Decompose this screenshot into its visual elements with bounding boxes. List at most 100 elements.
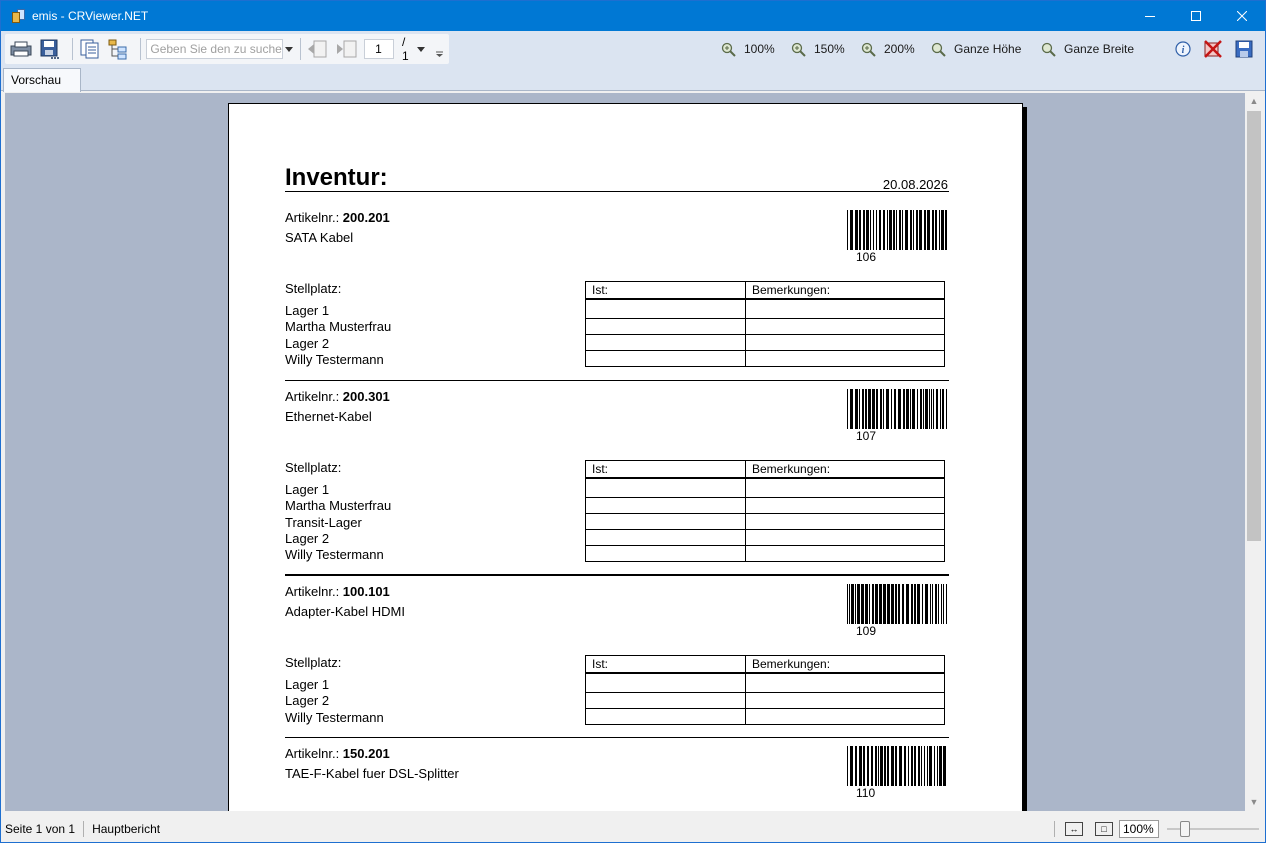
toolbar-overflow-button[interactable] — [433, 39, 445, 59]
zoom-slider[interactable] — [1167, 820, 1259, 838]
barcode-bar — [863, 746, 865, 786]
vertical-scrollbar[interactable]: ▲ ▼ — [1245, 93, 1263, 811]
zoom-percent-field[interactable]: 100% — [1119, 820, 1159, 838]
search-input[interactable]: Geben Sie den zu suchen — [146, 39, 284, 59]
fit-width-status-icon[interactable]: ↔ — [1065, 822, 1083, 836]
page-dropdown-button[interactable] — [415, 39, 427, 59]
print-button[interactable] — [9, 37, 33, 61]
barcode-bar — [847, 389, 848, 429]
table-row — [585, 350, 945, 367]
barcode-bar — [939, 210, 940, 250]
page-number-input[interactable]: 1 — [364, 39, 394, 59]
page-next-icon — [337, 40, 357, 58]
table-cell — [585, 477, 746, 498]
barcode-image — [847, 746, 946, 786]
table-row — [585, 672, 945, 693]
barcode-bar — [935, 210, 937, 250]
barcode-bar — [942, 389, 944, 429]
section-divider — [285, 574, 949, 576]
barcode-bar — [883, 584, 886, 624]
copy-button[interactable] — [78, 37, 102, 61]
barcode-bar — [875, 584, 878, 624]
prev-page-button[interactable] — [306, 37, 330, 61]
article-name: TAE-F-Kabel fuer DSL-Splitter — [285, 766, 459, 781]
article-number-line: Artikelnr.: 200.201 — [285, 210, 390, 225]
save-button[interactable] — [1235, 38, 1253, 60]
barcode-bar — [933, 389, 934, 429]
barcode-bar — [914, 746, 916, 786]
scroll-down-icon[interactable]: ▼ — [1249, 797, 1259, 807]
toolbar-left: Geben Sie den zu suchen 1 / 1 — [5, 34, 449, 64]
close-icon — [1237, 11, 1247, 21]
barcode-bar — [880, 746, 883, 786]
barcode-bar — [895, 584, 897, 624]
status-page: Seite 1 von 1 — [5, 822, 76, 836]
article-number-label: Artikelnr.: — [285, 746, 343, 761]
barcode-bar — [911, 584, 913, 624]
maximize-button[interactable] — [1173, 1, 1219, 31]
close-report-button[interactable] — [1204, 38, 1222, 60]
maximize-icon — [1191, 11, 1201, 21]
fit-width-button[interactable]: Ganze Breite — [1041, 38, 1134, 60]
barcode-bar — [871, 746, 873, 786]
barcode-bar — [898, 389, 901, 429]
barcode-bar — [861, 584, 864, 624]
page-total: / 1 — [401, 35, 409, 63]
table-row — [585, 513, 945, 530]
zoom-200-button[interactable]: 200% — [861, 38, 915, 60]
table-cell — [585, 708, 746, 725]
location-item: Lager 1 — [285, 677, 330, 692]
location-list: Lager 1 Martha Musterfrau Transit-Lager … — [285, 482, 391, 563]
scrollbar-thumb[interactable] — [1247, 111, 1261, 541]
fit-page-status-icon[interactable]: □ — [1095, 822, 1113, 836]
barcode-bar — [887, 584, 890, 624]
report-page: Inventur: 20.08.2026 Artikelnr.: 200.201… — [228, 103, 1023, 811]
barcode-image — [847, 389, 947, 429]
location-item: Lager 1 — [285, 482, 330, 497]
location-item: Martha Musterfrau — [285, 319, 392, 335]
magnifier-icon — [1041, 42, 1056, 57]
next-page-button[interactable] — [335, 37, 359, 61]
location-list: Lager 1 Martha Musterfrau Lager 2 Willy … — [285, 303, 391, 368]
magnifier-icon — [721, 42, 736, 57]
info-button[interactable]: i — [1175, 38, 1191, 60]
search-dropdown-button[interactable] — [283, 39, 295, 59]
app-window: emis - CRViewer.NET Geben Sie den zu suc… — [0, 0, 1266, 843]
svg-text:i: i — [1182, 45, 1185, 56]
close-button[interactable] — [1219, 1, 1265, 31]
barcode-bar — [932, 584, 933, 624]
barcode-bar — [863, 210, 865, 250]
export-button[interactable] — [38, 37, 62, 61]
zoom-slider-handle[interactable] — [1180, 821, 1190, 837]
article-number-line: Artikelnr.: 200.301 — [285, 389, 390, 404]
barcode-bar — [908, 746, 909, 786]
page-prev-icon — [308, 40, 327, 58]
zoom-100-button[interactable]: 100% — [721, 38, 775, 60]
barcode-bar — [868, 389, 871, 429]
barcode-bar — [925, 389, 928, 429]
barcode-bar — [847, 746, 848, 786]
barcode-bar — [941, 210, 944, 250]
barcode-bar — [916, 210, 918, 250]
barcode-bar — [850, 210, 853, 250]
barcode-bar — [929, 746, 932, 786]
fit-height-button[interactable]: Ganze Höhe — [931, 38, 1021, 60]
magnifier-icon — [861, 42, 876, 57]
article-number-line: Artikelnr.: 100.101 — [285, 584, 390, 599]
article-number: 200.201 — [342, 210, 390, 225]
table-cell — [745, 513, 945, 530]
location-list: Lager 1 Lager 2 Willy Testermann — [285, 677, 384, 726]
barcode-bar — [879, 210, 881, 250]
table-cell — [585, 318, 746, 335]
scroll-up-icon[interactable]: ▲ — [1249, 96, 1259, 106]
barcode-number: 107 — [856, 429, 877, 443]
barcode-bar — [932, 210, 934, 250]
article-number-label: Artikelnr.: — [285, 389, 343, 404]
zoom-150-button[interactable]: 150% — [791, 38, 845, 60]
location-label: Stellplatz: — [285, 655, 342, 670]
tab-preview[interactable]: Vorschau — [3, 68, 81, 92]
section-divider — [285, 737, 949, 738]
minimize-button[interactable] — [1127, 1, 1173, 31]
group-tree-button[interactable] — [107, 37, 131, 61]
barcode-bar — [927, 746, 928, 786]
